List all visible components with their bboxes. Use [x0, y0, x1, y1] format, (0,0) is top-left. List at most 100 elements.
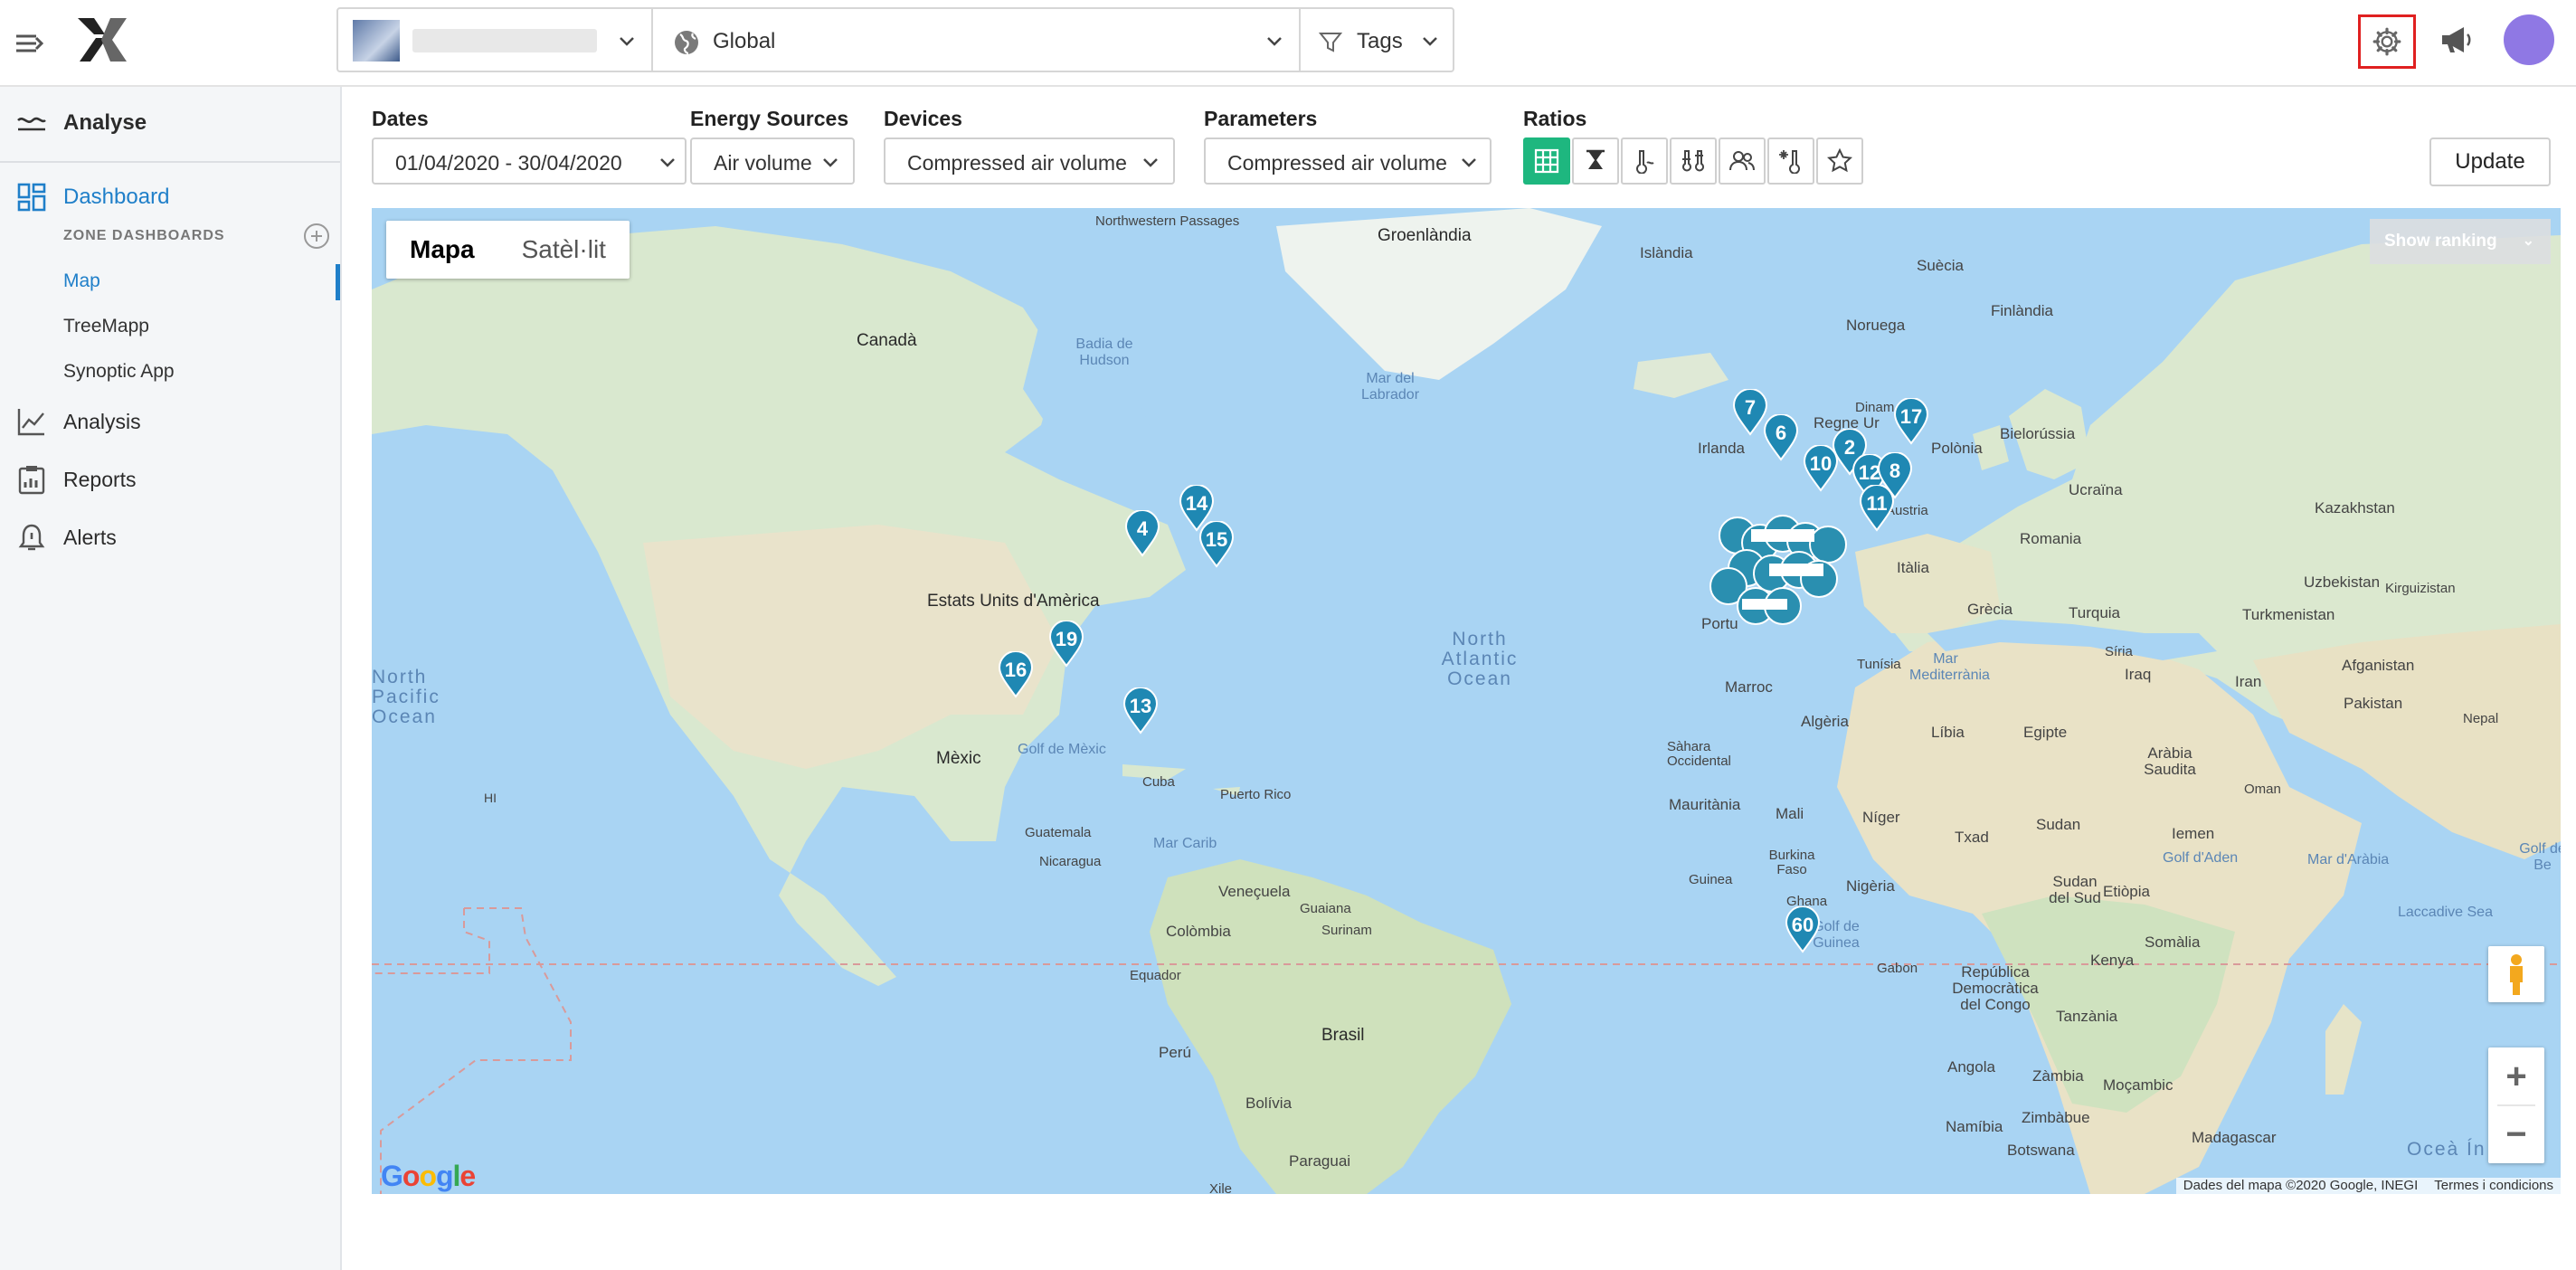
- map-marker[interactable]: 13: [1122, 687, 1159, 735]
- map-label: Badia de Hudson: [1075, 336, 1133, 368]
- settings-button[interactable]: [2358, 14, 2416, 69]
- map-label: Xile: [1209, 1181, 1233, 1194]
- zoom-in-button[interactable]: +: [2488, 1047, 2544, 1105]
- ratio-production-button[interactable]: [1572, 137, 1619, 185]
- map-label: Golf de Mèxic: [1018, 742, 1106, 757]
- world-map[interactable]: Northwestern Passages Groenlàndia Islànd…: [372, 208, 2561, 1194]
- chevron-down-icon: [1423, 37, 1437, 46]
- gear-icon: [2372, 27, 2401, 56]
- user-avatar[interactable]: [2504, 14, 2554, 65]
- map-label: Níger: [1862, 809, 1900, 826]
- ratio-weather-button[interactable]: [1767, 137, 1814, 185]
- dashboard-grid-icon: [17, 183, 46, 212]
- map-label: Kazakhstan: [2315, 499, 2395, 517]
- energy-sources-select[interactable]: Air volume: [690, 137, 855, 185]
- sidebar-item-label: Alerts: [63, 525, 117, 549]
- energy-sources-label: Energy Sources: [690, 107, 849, 130]
- thermometer-icon: [1636, 150, 1654, 174]
- map-label: Angola: [1947, 1058, 1995, 1076]
- sidebar-subitem-treemapp[interactable]: TreeMapp: [63, 316, 149, 337]
- map-label: Mar del Labrador: [1360, 371, 1420, 403]
- map-marker[interactable]: 16: [998, 651, 1034, 698]
- top-bar: Global Tags: [0, 0, 2576, 87]
- bell-icon: [18, 524, 45, 551]
- update-button[interactable]: Update: [2429, 137, 2551, 186]
- map-label: Uzbekistan: [2304, 573, 2381, 591]
- devices-value: Compressed air volume: [907, 151, 1127, 175]
- dates-value: 01/04/2020 - 30/04/2020: [395, 151, 622, 175]
- map-label: Suècia: [1917, 257, 1964, 274]
- app-logo[interactable]: [76, 16, 130, 63]
- map-label: Romania: [2020, 530, 2082, 547]
- zoom-out-button[interactable]: −: [2488, 1105, 2544, 1163]
- map-marker[interactable]: 15: [1198, 521, 1235, 568]
- map-type-map-button[interactable]: Mapa: [386, 221, 498, 279]
- sidebar-item-label: Analysis: [63, 409, 141, 433]
- map-marker[interactable]: 60: [1785, 906, 1821, 953]
- sidebar-subitem-map[interactable]: Map: [63, 270, 100, 292]
- map-label: Zimbàbue: [2022, 1109, 2090, 1126]
- map-label: Nicaragua: [1039, 854, 1102, 869]
- map-label: Moçambic: [2103, 1076, 2174, 1094]
- add-zone-dashboard-button[interactable]: [304, 223, 329, 249]
- map-marker[interactable]: 4: [1124, 510, 1160, 557]
- sidebar-item-reports[interactable]: Reports: [0, 454, 340, 505]
- map-label: Bolívia: [1245, 1095, 1293, 1112]
- map-label: Estats Units d'Amèrica: [927, 592, 1100, 611]
- parameters-select[interactable]: Compressed air volume: [1204, 137, 1492, 185]
- map-label: Txad: [1955, 829, 1989, 846]
- map-label: Aràbia Saudita: [2144, 744, 2196, 778]
- map-label: North Pacific Ocean: [372, 667, 440, 727]
- map-label: Mar Carib: [1153, 836, 1217, 851]
- devices-select[interactable]: Compressed air volume: [884, 137, 1175, 185]
- location-selector[interactable]: Global: [651, 7, 1301, 72]
- ratio-occupancy-button[interactable]: [1719, 137, 1766, 185]
- sidebar-item-dashboard[interactable]: Dashboard: [0, 172, 340, 223]
- sidebar-item-label: Reports: [63, 467, 137, 491]
- sidebar-item-alerts[interactable]: Alerts: [0, 512, 340, 563]
- map-label: Pakistan: [2344, 695, 2403, 712]
- ratio-favorite-button[interactable]: [1816, 137, 1863, 185]
- map-label: Nigèria: [1846, 877, 1895, 895]
- dates-picker[interactable]: 01/04/2020 - 30/04/2020: [372, 137, 687, 185]
- sidebar-item-label: Analyse: [63, 110, 147, 135]
- street-view-pegman[interactable]: [2488, 946, 2544, 1002]
- snowflake-thermometer-icon: [1779, 150, 1800, 174]
- google-logo: Google: [381, 1160, 476, 1192]
- map-label: North Atlantic Ocean: [1441, 629, 1519, 689]
- map-marker[interactable]: 6: [1763, 414, 1799, 461]
- sidebar-item-analysis[interactable]: Analysis: [0, 396, 340, 447]
- attribution-text: Dades del mapa ©2020 Google, INEGI: [2183, 1178, 2419, 1193]
- map-type-control: Mapa Satèl·lit: [386, 221, 630, 279]
- ratio-degree-days-button[interactable]: [1670, 137, 1717, 185]
- map-label: Islàndia: [1640, 244, 1693, 261]
- map-label: Mauritània: [1669, 796, 1741, 813]
- megaphone-icon[interactable]: [2439, 22, 2475, 58]
- company-selector[interactable]: [336, 7, 653, 72]
- filter-icon: [1319, 33, 1342, 52]
- terms-link[interactable]: Termes i condicions: [2434, 1178, 2553, 1193]
- map-label: Finlàndia: [1991, 302, 2053, 319]
- tags-selector[interactable]: Tags: [1299, 7, 1454, 72]
- active-indicator: [336, 264, 340, 300]
- map-marker[interactable]: 19: [1048, 621, 1084, 668]
- map-label: Groenlàndia: [1378, 226, 1472, 245]
- sidebar-toggle-icon[interactable]: [13, 25, 49, 62]
- parameters-value: Compressed air volume: [1227, 151, 1447, 175]
- map-label: Brasil: [1321, 1026, 1365, 1045]
- map-label: Líbia: [1931, 724, 1965, 741]
- map-type-satellite-button[interactable]: Satèl·lit: [498, 221, 630, 279]
- chevron-down-icon: [620, 37, 634, 46]
- chevron-down-icon: [823, 158, 838, 167]
- map-marker[interactable]: 17: [1893, 398, 1929, 445]
- ratio-temperature-button[interactable]: [1621, 137, 1668, 185]
- show-ranking-dropdown[interactable]: Show ranking ⌄: [2370, 219, 2551, 264]
- map-marker[interactable]: 11: [1859, 485, 1895, 532]
- map-label: Sudan: [2036, 816, 2081, 833]
- sidebar-item-analyse[interactable]: Analyse: [0, 98, 340, 148]
- sidebar-subitem-synoptic-app[interactable]: Synoptic App: [63, 361, 175, 383]
- map-label: Zàmbia: [2032, 1067, 2084, 1085]
- map-label: Kirguizistan: [2385, 581, 2456, 596]
- ratio-grid-button[interactable]: [1523, 137, 1570, 185]
- map-label: Tanzània: [2056, 1008, 2118, 1025]
